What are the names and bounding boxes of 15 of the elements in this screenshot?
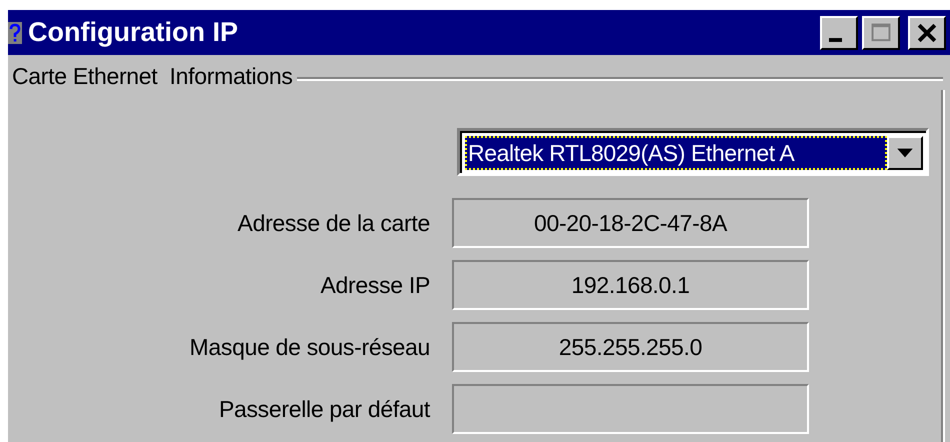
window-title: Configuration IP	[28, 17, 239, 48]
adapter-name: Realtek RTL8029(AS) Ethernet A	[465, 136, 887, 170]
group-label: Carte Ethernet Informations	[12, 63, 293, 90]
value-field: 255.255.255.0	[452, 322, 809, 372]
field-label: Passerelle par défaut	[218, 396, 430, 422]
dropdown-button[interactable]	[887, 136, 923, 170]
close-button[interactable]	[908, 16, 946, 50]
minimize-button[interactable]	[820, 16, 858, 50]
field-label: Adresse IP	[320, 272, 430, 298]
minimize-icon	[828, 38, 842, 42]
value-field: 00-20-18-2C-47-8A	[452, 198, 809, 248]
value-field: 192.168.0.1	[452, 260, 809, 310]
field-label: Adresse de la carte	[236, 210, 430, 236]
field-label: Masque de sous-réseau	[188, 334, 430, 360]
adapter-dropdown[interactable]: Realtek RTL8029(AS) Ethernet A	[457, 128, 929, 176]
